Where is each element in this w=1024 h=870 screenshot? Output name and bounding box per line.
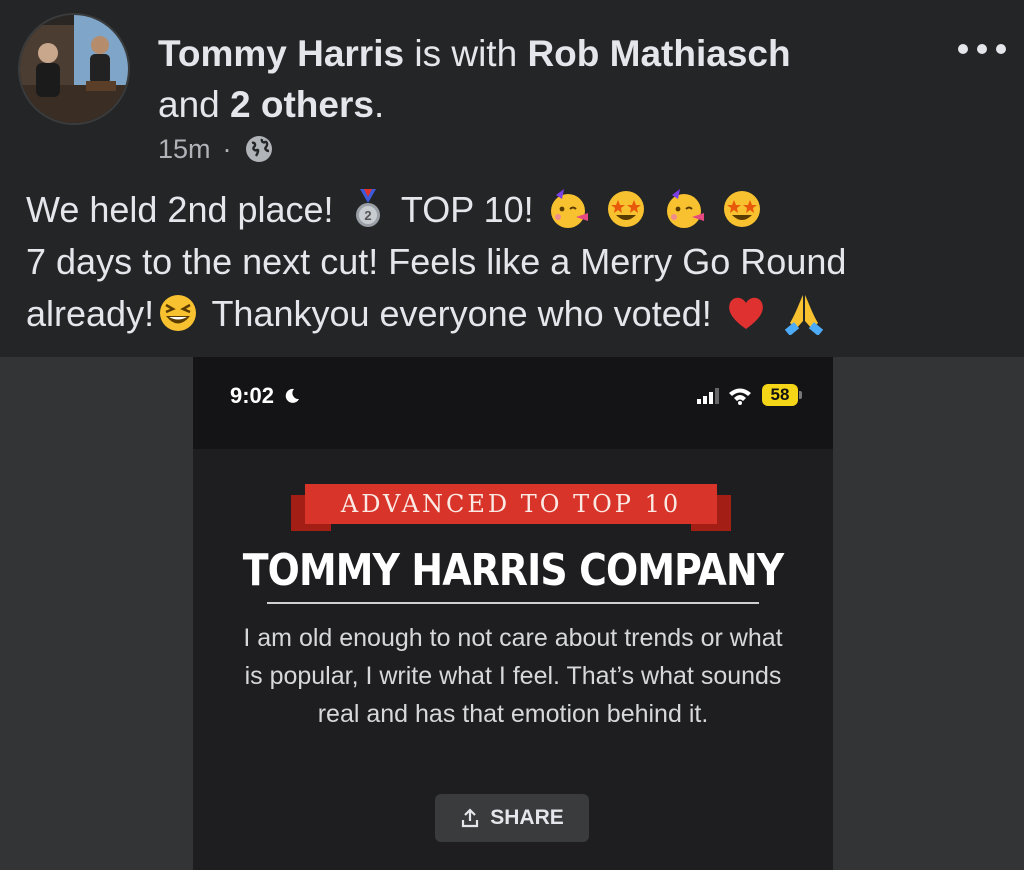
tagged-person[interactable]: Rob Mathiasch [527,33,790,74]
folded-hands-icon [784,295,823,335]
title-divider [267,602,759,604]
post-meta: 15m · [158,132,274,166]
more-dot [958,44,968,54]
company-title: TOMMY HARRIS COMPANY [242,545,784,596]
globe-icon[interactable] [244,134,274,164]
more-dot [996,44,1006,54]
phone-status-bar: 9:02 58 [193,357,833,449]
artist-quote: I am old enough to not care about trends… [243,624,783,728]
author-line: Tommy Harris is with Rob Mathiasch and 2… [158,28,918,130]
share-label: SHARE [490,806,564,829]
share-icon [462,808,479,828]
text-segment: We held 2nd place! [26,189,334,230]
status-time: 9:02 [230,383,300,409]
partying-face-icon [666,189,704,228]
post-text-line-3: already! Thankyou everyone who voted! [26,288,1006,340]
star-struck-icon [607,191,644,227]
author-name[interactable]: Tommy Harris [158,33,404,74]
with-text: is with [414,33,518,74]
svg-text:2: 2 [364,208,371,223]
shared-screenshot[interactable]: 9:02 58 ADVANCED TO TOP 10 TOMMY HARRIS … [193,357,833,870]
author-avatar[interactable] [18,13,130,125]
status-time-text: 9:02 [230,383,275,408]
share-button[interactable]: SHARE [435,794,589,842]
meta-separator: · [222,133,232,164]
star-struck-icon [723,191,760,227]
post-text: We held 2nd place! 2 TOP 10! 7 days to t… [26,184,1006,340]
text-segment: Thankyou everyone who voted! [211,293,712,334]
partying-face-icon [550,189,588,228]
moon-icon [285,388,300,403]
signal-icon [697,388,719,404]
wifi-icon [729,388,751,405]
banner-text: ADVANCED TO TOP 10 [305,484,717,524]
grinning-squinting-face-icon [160,295,197,331]
banner-ribbon: ADVANCED TO TOP 10 [291,481,731,539]
text-segment: TOP 10! [400,189,534,230]
post-time[interactable]: 15m [158,134,211,165]
silver-medal-icon: 2 [355,189,380,227]
tagged-others-link[interactable]: 2 others [230,84,374,125]
post-text-line-2: 7 days to the next cut! Feels like a Mer… [26,241,847,282]
red-heart-icon [728,297,763,329]
text-segment: already! [26,293,155,334]
post-text-line-1: We held 2nd place! 2 TOP 10! [26,184,1006,236]
battery-indicator: 58 [762,384,798,406]
more-dot [977,44,987,54]
and-text: and [158,84,220,125]
more-options-icon[interactable] [958,34,1006,64]
battery-tip [799,391,802,399]
period: . [373,84,385,125]
post-header: Tommy Harris is with Rob Mathiasch and 2… [0,0,1024,180]
